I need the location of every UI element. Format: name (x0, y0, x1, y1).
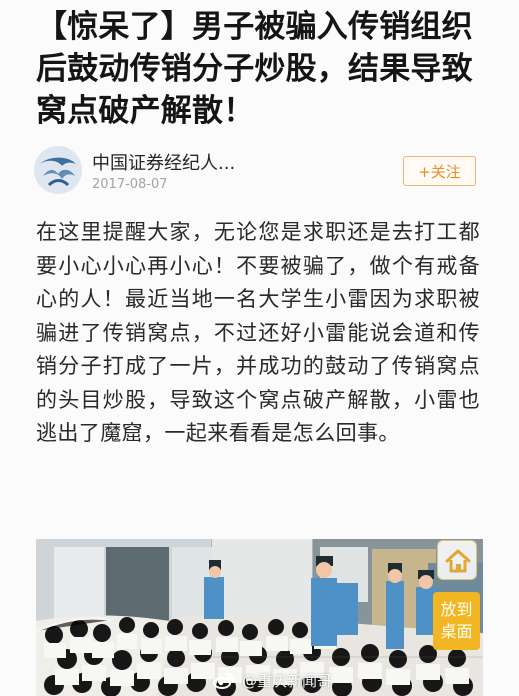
weibo-logo-icon (213, 673, 235, 689)
home-icon (445, 549, 471, 573)
author-avatar[interactable] (34, 146, 82, 194)
author-name[interactable]: 中国证券经纪人... (92, 149, 235, 175)
follow-button[interactable]: +关注 (403, 156, 476, 186)
article-title: 【惊呆了】男子被骗入传销组织后鼓动传销分子炒股，结果导致窝点破产解散！ (36, 9, 473, 129)
add-to-desktop-button[interactable]: 放到 桌面 (433, 592, 480, 650)
article-page: 【惊呆了】男子被骗入传销组织后鼓动传销分子炒股，结果导致窝点破产解散！ 中国证券… (0, 0, 519, 696)
publish-date: 2017-08-07 (92, 177, 168, 192)
author-row: 中国证券经纪人... 2017-08-07 +关注 (34, 146, 484, 198)
article-body: 在这里提醒大家，无论您是求职还是去打工都要小心小心再小心！不要被骗了，做个有戒备… (36, 220, 480, 445)
home-shortcut-button[interactable] (437, 540, 477, 580)
watermark-text: @重庆新闻哥 (242, 672, 333, 690)
source-watermark: @重庆新闻哥 (212, 666, 362, 696)
avatar-icon (34, 146, 82, 194)
